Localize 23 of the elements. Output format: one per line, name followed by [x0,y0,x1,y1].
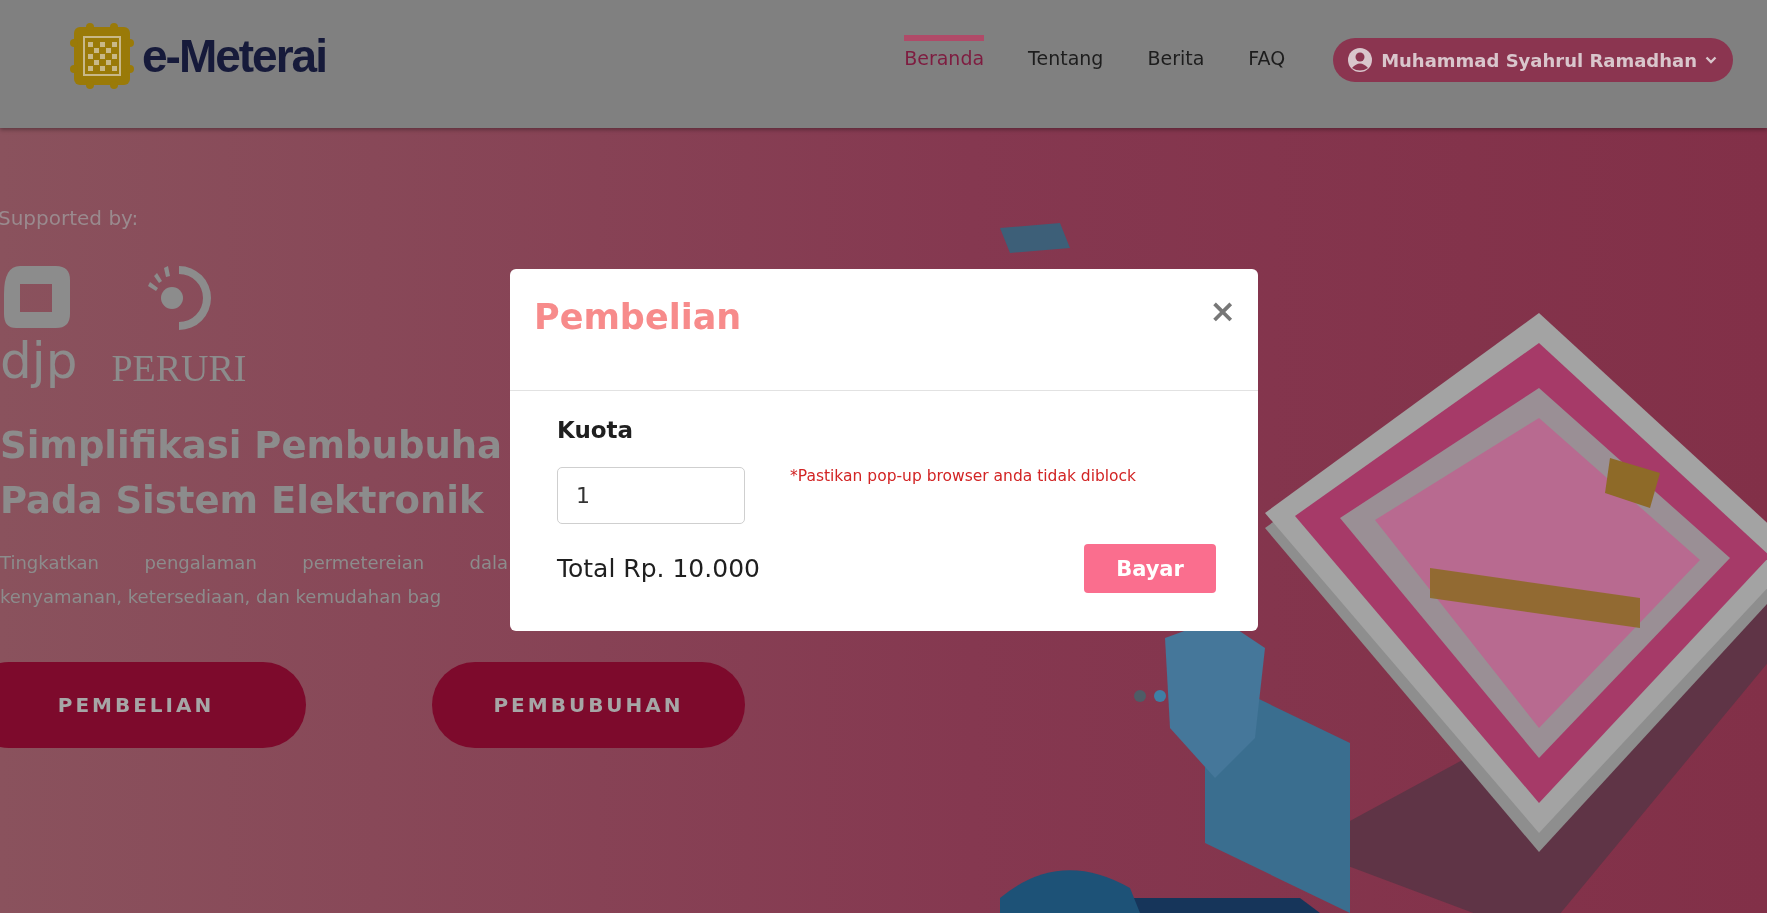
close-button[interactable]: × [1209,295,1236,327]
nav-link[interactable]: Berita [1147,35,1205,73]
nav-link[interactable]: Beranda [904,35,985,73]
pay-button[interactable]: Bayar [1084,544,1216,593]
logo-wordmark[interactable]: e-Meterai [142,29,326,83]
djp-wordmark: djp [0,332,78,390]
chevron-down-icon [1705,56,1717,64]
qr-stamp-logo-icon [70,23,134,89]
hero-action-button[interactable]: PEMBELIAN [0,662,306,748]
total-price-text: Total Rp. 10.000 [557,554,760,583]
supported-by-label: Supported by: [0,206,140,230]
dialog-title: Pembelian [534,296,742,339]
peruri-wordmark: PERURI [111,346,247,390]
user-menu-button[interactable]: Muhammad Syahrul Ramadhan [1333,38,1733,82]
nav-link[interactable]: FAQ [1248,35,1286,73]
quota-label: Kuota [557,417,635,443]
hero-heading: Simplifikasi Pembubuha Pada Sistem Elektronik [0,423,503,524]
hero-action-button[interactable]: PEMBUBUHAN [432,662,745,748]
quota-input[interactable]: 1 [557,467,745,524]
hero-description: Tingkatkan pengalaman permetereian dala kenyamanan, ketersediaan, dan kemudahan bag [0,551,508,609]
nav-link[interactable]: Tentang [1028,35,1104,73]
user-avatar-icon [1347,47,1374,73]
popup-warning-text: *Pastikan pop-up browser anda tidak diblock [790,467,1137,485]
